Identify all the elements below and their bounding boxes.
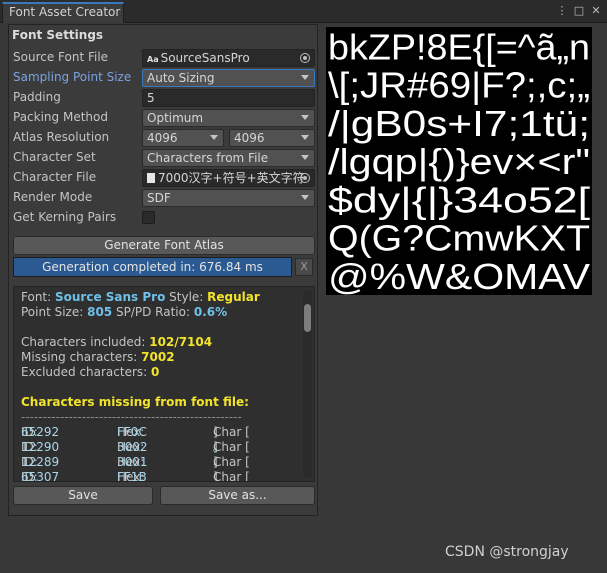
missing-characters-header: Characters missing from font file: xyxy=(21,395,249,409)
generate-font-atlas-button[interactable]: Generate Font Atlas xyxy=(13,236,315,255)
report-content: Font: Source Sans Pro Style: Regular Poi… xyxy=(21,290,301,482)
packing-method-value: Optimum xyxy=(147,111,204,125)
missing-characters-list: ID: 65292 Hex: FF0C Char [，] ID: 12290 Hex: … xyxy=(21,425,301,482)
atlas-glyph-row: Q(G?CmwKXT xyxy=(328,218,590,259)
font-asset-icon: Aa xyxy=(147,55,159,64)
report-separator: ----------------------------------------… xyxy=(21,410,242,424)
packing-method-dropdown[interactable]: Optimum xyxy=(142,109,315,127)
object-picker-icon[interactable] xyxy=(300,53,310,63)
report-missing-line: Missing characters: 7002 xyxy=(21,350,175,364)
render-mode-row: Render Mode SDF xyxy=(13,189,315,207)
font-settings-header: Font Settings xyxy=(12,28,104,42)
chevron-down-icon xyxy=(301,195,309,200)
padding-row: Padding 5 xyxy=(13,89,315,107)
atlas-width-value: 4096 xyxy=(147,131,178,145)
packing-method-label: Packing Method xyxy=(13,110,108,124)
atlas-glyph-row: /|gB0s+I7;1tü; xyxy=(328,103,590,144)
close-icon[interactable]: ✕ xyxy=(589,4,603,18)
character-file-label: Character File xyxy=(13,170,97,184)
report-scrollbar[interactable] xyxy=(303,290,312,478)
padding-label: Padding xyxy=(13,90,61,104)
font-asset-creator-window: Font Asset Creator ⋮ □ ✕ Font Settings S… xyxy=(0,0,607,573)
missing-character-row: ID: 65292 Hex: FF0C Char [，] xyxy=(21,425,250,439)
chevron-down-icon xyxy=(301,135,309,140)
packing-method-row: Packing Method Optimum xyxy=(13,109,315,127)
character-file-value: 7000汉字+符号+英文字符 xyxy=(158,171,305,185)
atlas-glyph-row: @%W&OMAV xyxy=(328,256,590,295)
generation-progress-bar: Generation completed in: 676.84 ms xyxy=(13,257,292,277)
watermark-text: CSDN @strongjay xyxy=(445,544,569,560)
sampling-point-size-dropdown[interactable]: Auto Sizing xyxy=(142,69,315,87)
missing-character-row: ID: 65307 Hex: FF1B Char [；] xyxy=(21,470,250,482)
save-button[interactable]: Save xyxy=(13,486,153,505)
maximize-icon[interactable]: □ xyxy=(572,4,586,18)
atlas-glyph-row: $dy|{|}34o52[ xyxy=(328,179,590,220)
kerning-pairs-checkbox[interactable] xyxy=(142,211,155,224)
sampling-point-size-row: Sampling Point Size Auto Sizing xyxy=(13,69,315,87)
clear-progress-button[interactable]: X xyxy=(295,258,313,276)
font-atlas-preview: bkZP!8E{[=^ã„n \[;JR#69|F?;,c;„/|gB0s+I7;… xyxy=(326,27,592,295)
atlas-glyph-row: \[;JR#69|F?;,c;„ xyxy=(328,65,590,106)
text-file-icon xyxy=(147,173,155,183)
chevron-down-icon xyxy=(301,115,309,120)
render-mode-label: Render Mode xyxy=(13,190,93,204)
scrollbar-thumb[interactable] xyxy=(304,304,311,332)
source-font-file-label: Source Font File xyxy=(13,50,109,64)
atlas-glyph-row: /lgqp|{)}ev×<r" xyxy=(328,141,590,182)
atlas-resolution-row: Atlas Resolution 4096 4096 xyxy=(13,129,315,147)
report-included-line: Characters included: 102/7104 xyxy=(21,335,213,349)
object-picker-icon[interactable] xyxy=(300,173,310,183)
chevron-down-icon xyxy=(210,135,218,140)
missing-character-row: ID: 12289 Hex: 3001 Char [、] xyxy=(21,455,250,469)
sampling-point-size-value: Auto Sizing xyxy=(147,71,215,85)
source-font-file-row: Source Font File Aa SourceSansPro xyxy=(13,49,315,67)
chevron-down-icon xyxy=(301,75,309,80)
source-font-file-value: SourceSansPro xyxy=(160,51,250,65)
report-excluded-line: Excluded characters: 0 xyxy=(21,365,160,379)
sampling-point-size-label: Sampling Point Size xyxy=(13,70,132,84)
source-font-file-field[interactable]: Aa SourceSansPro xyxy=(142,49,315,67)
atlas-glyphs: bkZP!8E{[=^ã„n\[;JR#69|F?;,c;„/|gB0s+I7;… xyxy=(328,27,590,295)
kerning-pairs-label: Get Kerning Pairs xyxy=(13,210,117,224)
report-font-line: Font: Source Sans Pro Style: Regular xyxy=(21,290,260,304)
padding-input[interactable]: 5 xyxy=(142,89,315,107)
atlas-resolution-label: Atlas Resolution xyxy=(13,130,110,144)
render-mode-dropdown[interactable]: SDF xyxy=(142,189,315,207)
character-set-value: Characters from File xyxy=(147,151,269,165)
missing-character-row: ID: 12290 Hex: 3002 Char [。] xyxy=(21,440,250,454)
title-bar: Font Asset Creator ⋮ □ ✕ xyxy=(0,0,607,23)
kerning-pairs-row: Get Kerning Pairs xyxy=(13,209,315,227)
character-file-row: Character File 7000汉字+符号+英文字符 xyxy=(13,169,315,187)
kebab-menu-icon[interactable]: ⋮ xyxy=(555,4,569,18)
report-point-size-line: Point Size: 805 SP/PD Ratio: 0.6% xyxy=(21,305,228,319)
atlas-height-value: 4096 xyxy=(234,131,265,145)
chevron-down-icon xyxy=(301,155,309,160)
generation-report: Font: Source Sans Pro Style: Regular Poi… xyxy=(13,286,315,482)
save-as-button[interactable]: Save as... xyxy=(160,486,315,505)
character-set-row: Character Set Characters from File xyxy=(13,149,315,167)
character-set-dropdown[interactable]: Characters from File xyxy=(142,149,315,167)
render-mode-value: SDF xyxy=(147,191,171,205)
atlas-height-dropdown[interactable]: 4096 xyxy=(229,129,315,147)
character-file-field[interactable]: 7000汉字+符号+英文字符 xyxy=(142,169,315,187)
font-settings-panel: Font Settings Source Font File Aa SourceS… xyxy=(8,24,318,516)
character-set-label: Character Set xyxy=(13,150,96,164)
atlas-width-dropdown[interactable]: 4096 xyxy=(142,129,224,147)
progress-text: Generation completed in: 676.84 ms xyxy=(42,260,263,274)
atlas-glyph-row: bkZP!8E{[=^ã„n xyxy=(328,27,590,67)
window-tab[interactable]: Font Asset Creator xyxy=(2,2,124,23)
